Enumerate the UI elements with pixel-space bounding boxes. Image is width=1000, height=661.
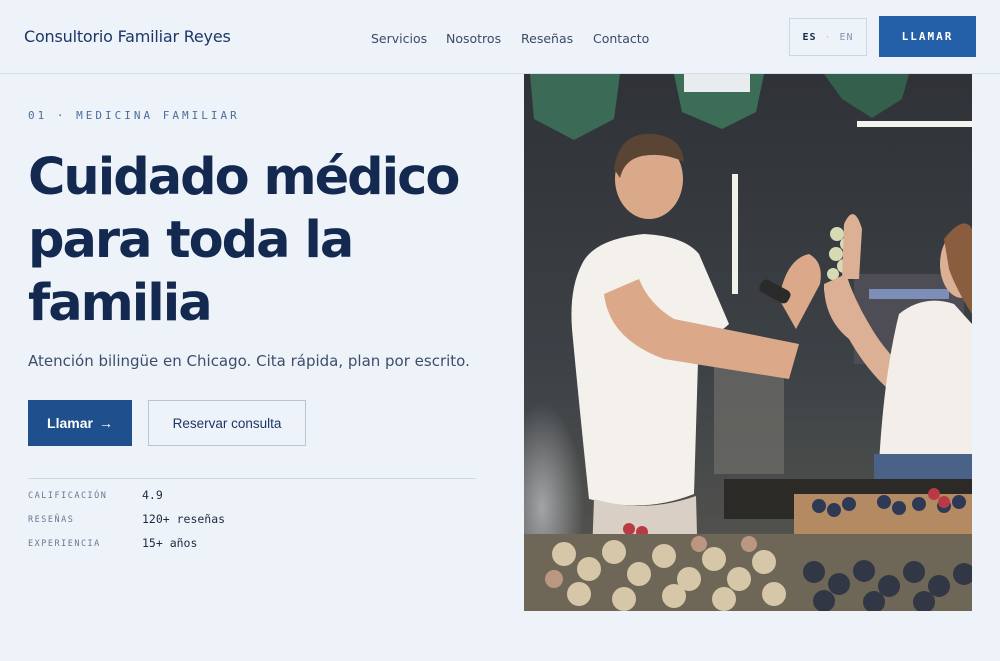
call-button-label: Llamar xyxy=(47,415,93,431)
stats-list: CALIFICACIÓN 4.9 RESEÑAS 120+ reseñas EX… xyxy=(28,488,476,560)
header-call-button[interactable]: LLAMAR xyxy=(879,16,976,57)
nav-link-servicios[interactable]: Servicios xyxy=(371,31,427,46)
stat-label: CALIFICACIÓN xyxy=(28,491,108,501)
lang-es-button[interactable]: ES xyxy=(802,32,816,43)
stat-value: 15+ años xyxy=(142,536,198,550)
nav-link-contacto[interactable]: Contacto xyxy=(593,31,649,46)
nav-link-resenas[interactable]: Reseñas xyxy=(521,31,573,46)
stat-row-experience: EXPERIENCIA 15+ años xyxy=(28,536,476,560)
stat-row-rating: CALIFICACIÓN 4.9 xyxy=(28,488,476,512)
lang-separator: · xyxy=(824,31,832,43)
site-header: Consultorio Familiar Reyes Servicios Nos… xyxy=(0,0,1000,74)
stat-label: RESEÑAS xyxy=(28,515,75,525)
hero-photo xyxy=(524,74,972,611)
call-button[interactable]: Llamar → xyxy=(28,400,132,446)
stat-value: 120+ reseñas xyxy=(142,512,226,526)
hero-subtitle: Atención bilingüe en Chicago. Cita rápid… xyxy=(28,352,470,370)
stat-row-reviews: RESEÑAS 120+ reseñas xyxy=(28,512,476,536)
book-consultation-button[interactable]: Reservar consulta xyxy=(148,400,306,446)
hero-title: Cuidado médico para toda la familia xyxy=(28,148,460,333)
nav-link-nosotros[interactable]: Nosotros xyxy=(446,31,501,46)
language-switcher: ES · EN xyxy=(789,18,867,56)
stat-value: 4.9 xyxy=(142,488,163,502)
brand-name[interactable]: Consultorio Familiar Reyes xyxy=(24,27,231,46)
hero-eyebrow: 01 · MEDICINA FAMILIAR xyxy=(28,109,240,122)
lang-en-button[interactable]: EN xyxy=(840,32,854,43)
stats-divider xyxy=(28,478,476,479)
stat-label: EXPERIENCIA xyxy=(28,539,101,549)
arrow-right-icon: → xyxy=(98,415,113,431)
